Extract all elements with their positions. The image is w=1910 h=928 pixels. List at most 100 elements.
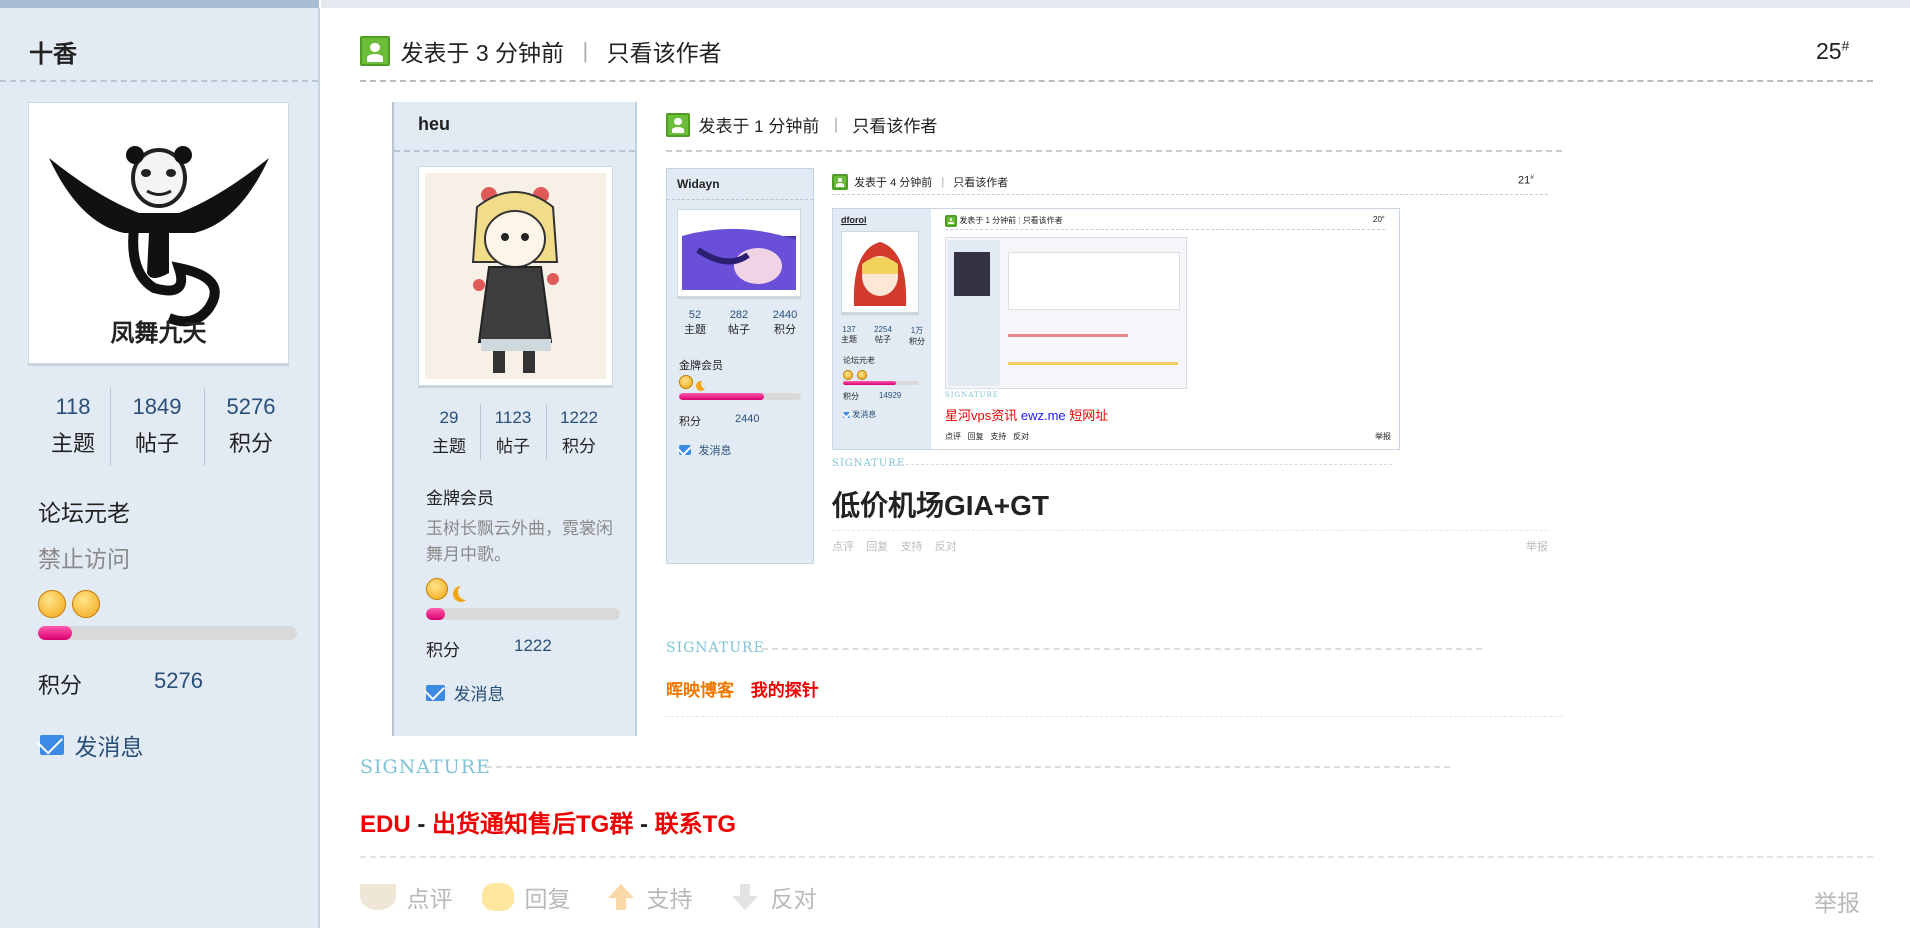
level-progress — [679, 393, 801, 400]
floor-value: 21 — [1518, 174, 1531, 187]
reply-button[interactable]: 回复 — [968, 432, 984, 441]
support-button[interactable]: 支持 — [900, 541, 922, 553]
stat-value: 282 — [729, 309, 749, 321]
user-rank[interactable]: 金牌会员 — [679, 357, 723, 373]
stat-topics[interactable]: 29 主题 — [418, 408, 480, 457]
stat-divider — [110, 388, 111, 466]
post-time: 发表于 1 分钟前 — [698, 117, 820, 136]
quote-author-avatar[interactable] — [677, 209, 801, 297]
divider — [832, 530, 1548, 531]
signature-tg-group-link[interactable]: 出货通知售后TG群 — [432, 811, 633, 838]
signature-link[interactable]: 晖映博客 — [666, 681, 734, 700]
separator: | — [941, 176, 945, 188]
stat-posts[interactable]: 1849 帖子 — [112, 394, 202, 458]
send-message-label: 发消息 — [74, 734, 144, 760]
stat-posts[interactable]: 282 帖子 — [717, 309, 761, 337]
credit-label: 积分 — [426, 641, 460, 660]
author-sidebar: 十香 凤舞九天 118 主题 1849 帖子 5276 积分 论坛元老 禁止访问 — [0, 8, 320, 928]
quote-author-avatar[interactable] — [841, 231, 919, 313]
smiley-medal-icon — [38, 590, 66, 618]
report-button[interactable]: 举报 — [1526, 538, 1548, 554]
comment-icon — [360, 884, 396, 910]
support-button[interactable]: 支持 — [606, 880, 692, 914]
quote-author-avatar[interactable] — [418, 166, 613, 386]
send-message-link[interactable]: 发消息 — [843, 409, 876, 420]
level-progress-fill — [843, 381, 897, 385]
post-signature: EDU - 出货通知售后TG群 - 联系TG — [360, 804, 736, 839]
user-rank[interactable]: 论坛元老 — [843, 355, 875, 366]
user-status: 禁止访问 — [38, 546, 130, 572]
stat-label: 积分 — [228, 431, 273, 456]
send-message-link[interactable]: 发消息 — [40, 728, 143, 762]
only-author-link[interactable]: 只看该作者 — [1023, 216, 1063, 225]
stat-credits[interactable]: 1222 积分 — [548, 408, 610, 457]
user-rank[interactable]: 论坛元老 — [38, 494, 130, 528]
floor-number[interactable]: 20# — [1373, 215, 1385, 224]
stat-value: 52 — [688, 309, 702, 321]
only-author-link[interactable]: 只看该作者 — [607, 40, 722, 66]
reply-button[interactable]: 回复 — [866, 541, 888, 553]
signature-link[interactable]: 我的探针 — [751, 681, 819, 700]
comment-button[interactable]: 点评 — [945, 432, 961, 441]
user-rank[interactable]: 金牌会员 — [426, 484, 494, 509]
oppose-label: 反对 — [770, 886, 817, 912]
deep-nested-thumbnail — [945, 237, 1187, 389]
separator: | — [833, 115, 838, 133]
stat-label: 积分 — [562, 437, 596, 456]
floor-mark: # — [1530, 174, 1534, 181]
only-author-link[interactable]: 只看该作者 — [852, 117, 937, 136]
quote-author-name[interactable]: heu — [418, 114, 450, 135]
signature-link[interactable]: 短网址 — [1069, 408, 1108, 423]
quote-author-name[interactable]: Widayn — [677, 177, 720, 191]
credit-label: 积分 — [843, 392, 859, 401]
author-online-icon — [945, 215, 957, 227]
comment-button[interactable]: 点评 — [360, 880, 452, 914]
avatar-image — [853, 242, 907, 306]
send-message-link[interactable]: 发消息 — [679, 441, 731, 459]
stat-value: 5276 — [226, 394, 276, 419]
report-button[interactable]: 举报 — [1375, 431, 1391, 442]
separator: | — [582, 38, 589, 63]
signature-link[interactable]: ewz.me — [1021, 408, 1066, 423]
quote-signature: 晖映博客 我的探针 — [666, 676, 819, 701]
stat-topics[interactable]: 52 主题 — [675, 309, 715, 337]
oppose-button[interactable]: 反对 — [730, 880, 816, 914]
report-button[interactable]: 举报 — [1814, 884, 1860, 918]
credit-label: 积分 — [679, 416, 701, 428]
stat-label: 主题 — [432, 437, 466, 456]
signature-edu-link[interactable]: EDU — [360, 811, 411, 838]
header-divider — [360, 80, 1873, 82]
quote-author-name[interactable]: dforol — [841, 215, 867, 225]
author-online-icon — [360, 36, 390, 66]
send-message-link[interactable]: 发消息 — [426, 680, 504, 705]
thumb-down-arrow-icon — [732, 884, 758, 910]
signature-link[interactable]: 星河vps资讯 — [945, 408, 1017, 423]
credit-value: 14929 — [879, 391, 902, 400]
signature-label: SIGNATURE — [360, 756, 491, 778]
post-actions: 点评 回复 支持 反对 举报 — [832, 538, 1548, 554]
reply-button[interactable]: 回复 — [482, 880, 570, 914]
header-divider — [832, 194, 1548, 195]
support-button[interactable]: 支持 — [990, 432, 1006, 441]
oppose-button[interactable]: 反对 — [1013, 432, 1029, 441]
comment-button[interactable]: 点评 — [832, 541, 854, 553]
stat-credits[interactable]: 5276 积分 — [206, 394, 296, 458]
stat-value: 1123 — [494, 408, 532, 427]
signature-headline[interactable]: 低价机场GIA+GT — [832, 484, 1049, 524]
oppose-button[interactable]: 反对 — [935, 541, 957, 553]
smiley-medal-icon — [857, 370, 868, 380]
quote-post-header: 发表于 1 分钟前 | 只看该作者 — [945, 215, 1063, 227]
only-author-link[interactable]: 只看该作者 — [953, 177, 1008, 189]
stat-credits: 1万 积分 — [909, 325, 925, 347]
level-progress — [38, 626, 297, 640]
signature-contact-link[interactable]: 联系TG — [655, 811, 736, 838]
send-message-label: 发消息 — [852, 410, 877, 419]
author-avatar[interactable]: 凤舞九天 — [28, 102, 289, 364]
header-divider — [666, 150, 1562, 152]
floor-number[interactable]: 21# — [1518, 174, 1534, 187]
stat-topics[interactable]: 118 主题 — [28, 394, 118, 458]
stat-credits[interactable]: 2440 积分 — [763, 309, 807, 337]
stat-posts[interactable]: 1123 帖子 — [482, 408, 544, 457]
author-name[interactable]: 十香 — [29, 34, 77, 69]
floor-number[interactable]: 25# — [1816, 38, 1849, 65]
